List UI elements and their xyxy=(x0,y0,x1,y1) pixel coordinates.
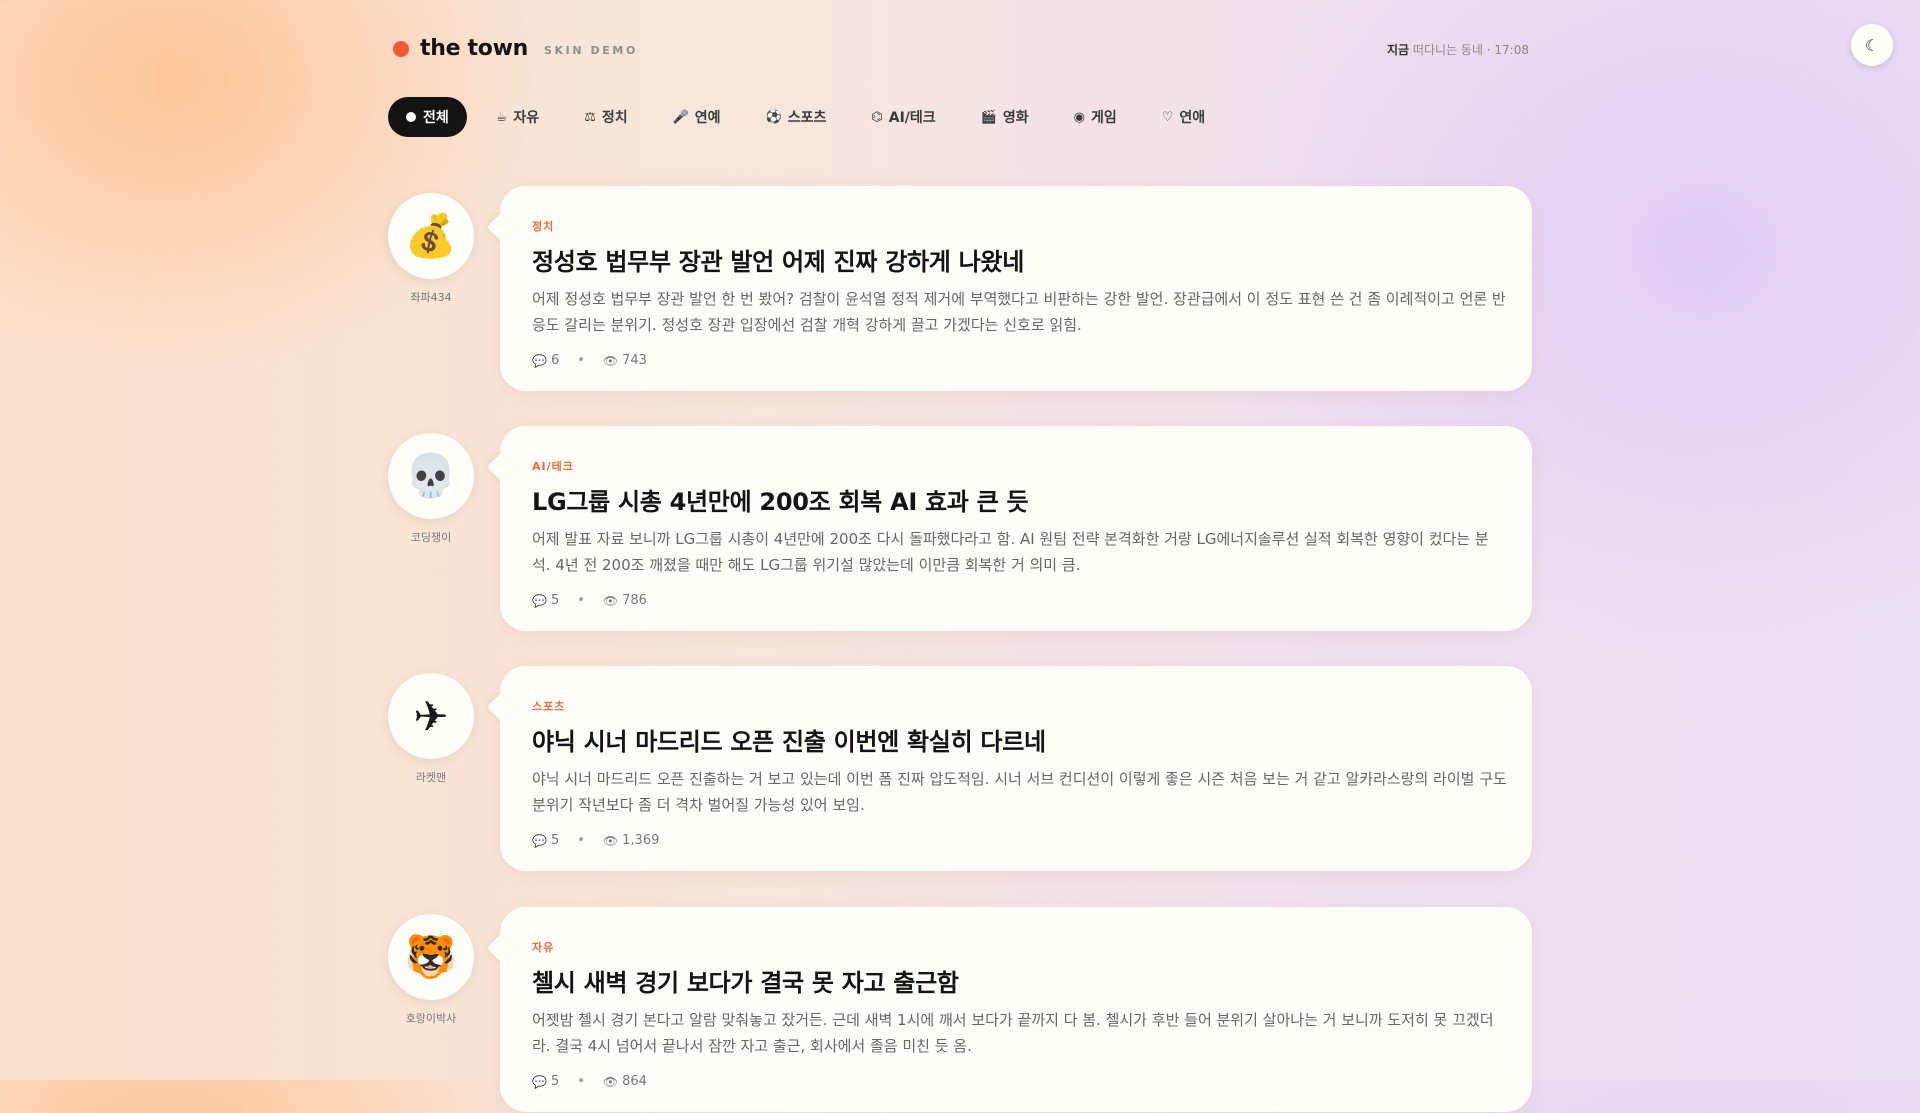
status-detail: 떠다니는 동네 · 17:08 xyxy=(1412,43,1529,57)
view-count: 786 xyxy=(622,593,647,608)
card-notch xyxy=(486,933,516,963)
tab-ai-tech[interactable]: ⌬ AI/테크 xyxy=(854,97,952,137)
meta-separator: • xyxy=(577,1074,585,1089)
scales-icon: ⚖ xyxy=(584,109,596,125)
eye-icon: 👁 xyxy=(602,1074,619,1089)
view-count: 1,369 xyxy=(622,833,660,848)
author-name[interactable]: 호랑이박사 xyxy=(388,1010,474,1026)
post-category[interactable]: AI/테크 xyxy=(532,458,574,474)
author-block: 💰 좌파434 xyxy=(388,193,474,305)
post-card[interactable]: 정치 정성호 법무부 장관 발언 어제 진짜 강하게 나왔네 어제 정성호 법무… xyxy=(486,186,1532,391)
meta-separator: • xyxy=(577,833,585,848)
comment-icon: 💬 xyxy=(532,1074,547,1089)
post-category[interactable]: 정치 xyxy=(532,218,554,234)
heart-icon: ♡ xyxy=(1161,109,1174,125)
author-name[interactable]: 좌파434 xyxy=(388,289,474,305)
site-header: the town SKIN DEMO 지금 떠다니는 동네 · 17:08 xyxy=(388,34,1533,64)
author-block: 💀 코딩쟁이 xyxy=(388,433,474,545)
card-notch xyxy=(486,452,516,482)
comment-icon: 💬 xyxy=(532,833,547,848)
comment-count: 6 xyxy=(550,353,560,368)
eye-icon: 👁 xyxy=(602,833,619,848)
view-count: 743 xyxy=(622,353,647,368)
meta-separator: • xyxy=(577,353,585,368)
microphone-icon: 🎤 xyxy=(672,109,689,125)
tab-label: 연예 xyxy=(694,110,721,126)
coffee-icon: ☕ xyxy=(495,109,508,125)
moon-icon: ☾ xyxy=(1864,35,1880,55)
tab-label: 전체 xyxy=(423,110,449,126)
tab-dating[interactable]: ♡ 연애 xyxy=(1145,97,1222,137)
comment-count: 5 xyxy=(550,833,560,848)
post-item[interactable]: 🐯 호랑이박사 자유 첼시 새벽 경기 보다가 결국 못 자고 출근함 어젯밤 … xyxy=(388,907,1533,1113)
tab-free[interactable]: ☕ 자유 xyxy=(479,97,556,137)
post-item[interactable]: 💀 코딩쟁이 AI/테크 LG그룹 시총 4년만에 200조 회복 AI 효과 … xyxy=(388,426,1533,632)
tab-all[interactable]: 전체 xyxy=(388,97,467,137)
tab-label: AI/테크 xyxy=(888,110,936,126)
money-bag-avatar-icon[interactable]: 💰 xyxy=(388,193,474,279)
brand-dot-icon xyxy=(390,37,412,60)
comment-count: 5 xyxy=(550,593,560,608)
skull-avatar-icon[interactable]: 💀 xyxy=(388,433,474,519)
chip-icon: ⌬ xyxy=(871,109,883,125)
post-meta: 💬 5 • 👁 786 xyxy=(532,593,647,608)
tab-label: 자유 xyxy=(513,110,540,126)
airplane-avatar-icon[interactable]: ✈ xyxy=(388,673,474,759)
category-tabs: 전체 ☕ 자유 ⚖ 정치 🎤 연예 ⚽ 스포츠 ⌬ AI/테크 🎬 영화 ◉ 게… xyxy=(388,97,1233,137)
post-item[interactable]: ✈ 라켓맨 스포츠 야닉 시너 마드리드 오픈 진출 이번엔 확실히 다르네 야… xyxy=(388,666,1533,872)
eye-icon: 👁 xyxy=(602,593,619,608)
tab-games[interactable]: ◉ 게임 xyxy=(1057,97,1134,137)
tab-label: 영화 xyxy=(1002,110,1029,126)
post-title[interactable]: 정성호 법무부 장관 발언 어제 진짜 강하게 나왔네 xyxy=(532,242,1024,277)
brand-logo[interactable]: the town SKIN DEMO xyxy=(390,36,638,61)
tab-label: 연애 xyxy=(1179,110,1206,126)
post-card[interactable]: 자유 첼시 새벽 경기 보다가 결국 못 자고 출근함 어젯밤 첼시 경기 본다… xyxy=(486,907,1532,1112)
author-name[interactable]: 라켓맨 xyxy=(388,769,474,785)
status-text: 지금 떠다니는 동네 · 17:08 xyxy=(1387,41,1529,58)
status-prefix: 지금 xyxy=(1386,43,1410,57)
tab-label: 게임 xyxy=(1090,110,1117,126)
post-title[interactable]: 첼시 새벽 경기 보다가 결국 못 자고 출근함 xyxy=(532,963,959,998)
post-title[interactable]: 야닉 시너 마드리드 오픈 진출 이번엔 확실히 다르네 xyxy=(532,722,1046,757)
card-notch xyxy=(486,212,516,242)
eye-icon: 👁 xyxy=(602,353,619,368)
comment-icon: 💬 xyxy=(532,593,547,608)
post-category[interactable]: 자유 xyxy=(532,939,554,955)
tab-entertainment[interactable]: 🎤 연예 xyxy=(656,97,738,137)
post-item[interactable]: 💰 좌파434 정치 정성호 법무부 장관 발언 어제 진짜 강하게 나왔네 어… xyxy=(388,186,1533,392)
post-excerpt: 야닉 시너 마드리드 오픈 진출하는 거 보고 있는데 이번 폼 진짜 압도적임… xyxy=(532,770,1507,814)
tab-label: 정치 xyxy=(601,110,628,126)
card-notch xyxy=(486,692,516,722)
author-block: ✈ 라켓맨 xyxy=(388,673,474,785)
comment-count: 5 xyxy=(550,1074,560,1089)
comment-icon: 💬 xyxy=(532,353,547,368)
post-category[interactable]: 스포츠 xyxy=(532,698,565,714)
tab-politics[interactable]: ⚖ 정치 xyxy=(567,97,644,137)
brand-name: the town xyxy=(420,36,528,61)
post-meta: 💬 5 • 👁 1,369 xyxy=(532,833,659,848)
tiger-avatar-icon[interactable]: 🐯 xyxy=(388,914,474,1000)
view-count: 864 xyxy=(622,1074,647,1089)
soccer-ball-icon: ⚽ xyxy=(765,109,782,125)
author-name[interactable]: 코딩쟁이 xyxy=(388,529,474,545)
target-icon: ◉ xyxy=(1073,109,1085,125)
author-block: 🐯 호랑이박사 xyxy=(388,914,474,1026)
post-title[interactable]: LG그룹 시총 4년만에 200조 회복 AI 효과 큰 듯 xyxy=(532,482,1029,517)
post-meta: 💬 5 • 👁 864 xyxy=(532,1074,647,1089)
dot-icon xyxy=(406,112,416,122)
post-meta: 💬 6 • 👁 743 xyxy=(532,353,647,368)
post-excerpt: 어제 발표 자료 보니까 LG그룹 시총이 4년만에 200조 다시 돌파했다라… xyxy=(532,530,1489,574)
post-card[interactable]: 스포츠 야닉 시너 마드리드 오픈 진출 이번엔 확실히 다르네 야닉 시너 마… xyxy=(486,666,1532,871)
post-card[interactable]: AI/테크 LG그룹 시총 4년만에 200조 회복 AI 효과 큰 듯 어제 … xyxy=(486,426,1532,631)
tab-label: 스포츠 xyxy=(787,110,827,126)
post-excerpt: 어제 정성호 법무부 장관 발언 한 번 봤어? 검찰이 윤석열 정적 제거에 … xyxy=(532,290,1506,334)
clapperboard-icon: 🎬 xyxy=(980,109,997,125)
brand-subtitle: SKIN DEMO xyxy=(543,44,638,57)
theme-toggle-button[interactable]: ☾ xyxy=(1851,24,1893,66)
post-excerpt: 어젯밤 첼시 경기 본다고 알람 맞춰놓고 잤거든. 근데 새벽 1시에 깨서 … xyxy=(532,1011,1494,1055)
tab-sports[interactable]: ⚽ 스포츠 xyxy=(749,97,844,137)
tab-movies[interactable]: 🎬 영화 xyxy=(964,97,1046,137)
meta-separator: • xyxy=(577,593,585,608)
